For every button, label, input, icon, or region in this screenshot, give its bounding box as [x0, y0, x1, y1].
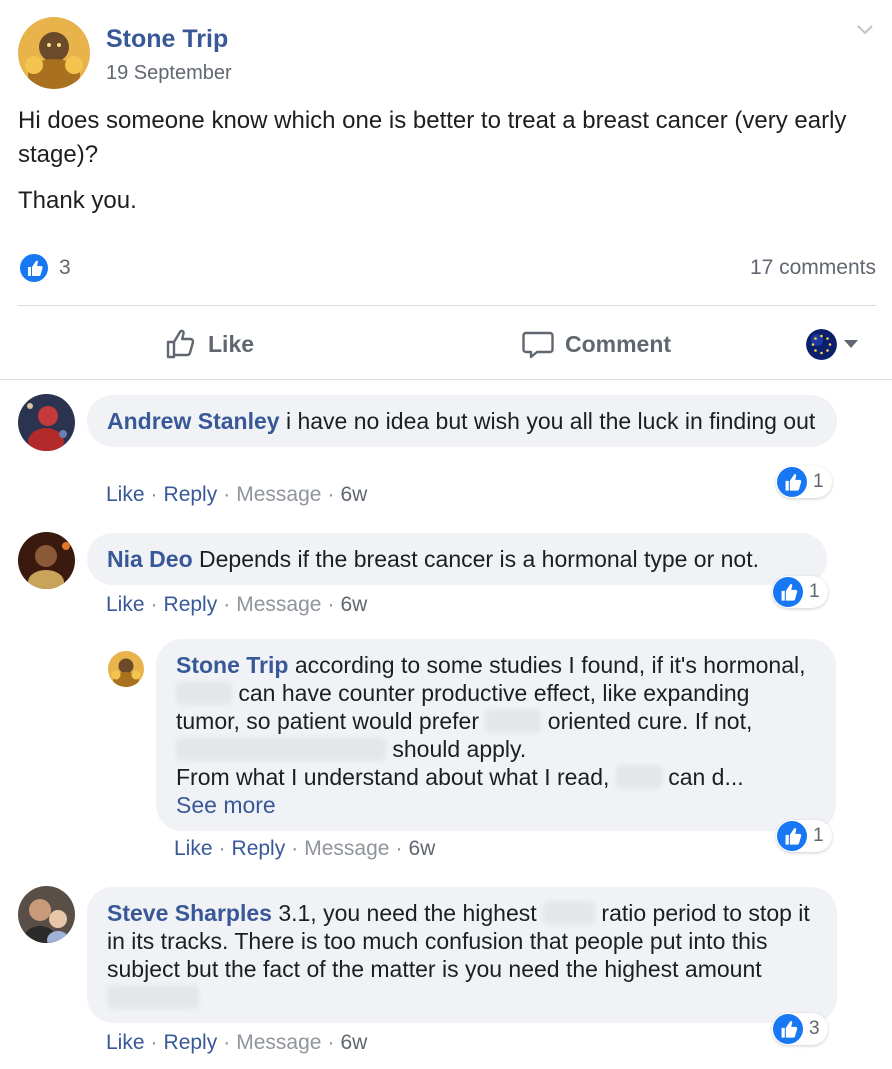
comment-author-name[interactable]: Stone Trip [176, 652, 288, 678]
separator: · [223, 483, 231, 506]
globe-icon [806, 328, 837, 360]
comment-like-link[interactable]: Like [106, 483, 145, 506]
separator: · [327, 483, 335, 506]
post-text-thanks: Thank you. [18, 187, 137, 214]
like-reaction-icon [773, 577, 803, 607]
comment-text: i have no idea but wish you all the luck… [285, 408, 816, 434]
comment-author-name[interactable]: Nia Deo [107, 546, 193, 572]
redacted-text [107, 985, 199, 1009]
commenter-avatar[interactable] [18, 886, 75, 943]
caret-down-icon [844, 340, 858, 348]
comment-age[interactable]: 6w [408, 837, 435, 860]
comment-message-link[interactable]: Message [236, 1031, 321, 1054]
comment-text: can d... [668, 764, 744, 790]
thumbs-up-icon [164, 327, 198, 361]
like-reaction-icon [777, 821, 807, 851]
comment-icon [521, 327, 555, 361]
comment-like-link[interactable]: Like [106, 1031, 145, 1054]
divider [0, 379, 892, 380]
like-button-label: Like [208, 330, 255, 357]
separator: · [150, 593, 158, 616]
commenter-avatar[interactable] [18, 394, 75, 451]
separator: · [223, 593, 231, 616]
divider [18, 305, 876, 306]
author-avatar[interactable] [18, 17, 90, 89]
comment-reply-link[interactable]: Reply [164, 1031, 218, 1054]
post-text-question: Hi does someone know which one is better… [18, 107, 847, 168]
comment-text: Depends if the breast cancer is a hormon… [199, 546, 760, 572]
reaction-summary: 3 17 comments [18, 252, 876, 286]
like-reaction-icon[interactable] [18, 252, 50, 284]
comment-like-count: 3 [809, 1018, 820, 1039]
comment-button-label: Comment [565, 330, 672, 357]
comment-like-link[interactable]: Like [174, 837, 213, 860]
comment-age[interactable]: 6w [340, 483, 367, 506]
comment-reaction-count[interactable]: 3 [772, 1013, 828, 1045]
redacted-text [176, 737, 386, 761]
comment-bubble: Nia Deo Depends if the breast cancer is … [87, 533, 827, 585]
comment-bubble: Andrew Stanley i have no idea but wish y… [87, 395, 837, 447]
like-button[interactable]: Like [164, 324, 254, 364]
comment-reaction-count[interactable]: 1 [776, 466, 832, 498]
separator: · [327, 593, 335, 616]
comment-text: 3.1, you need the highest [278, 900, 537, 926]
comment-reaction-count[interactable]: 1 [772, 576, 828, 608]
post-text: Hi does someone know which one is better… [18, 104, 878, 230]
comment-like-count: 1 [813, 825, 824, 846]
like-reaction-icon [777, 467, 807, 497]
comment-age[interactable]: 6w [340, 593, 367, 616]
separator: · [150, 483, 158, 506]
separator: · [327, 1031, 335, 1054]
comment-like-count: 1 [813, 471, 824, 492]
comment-reaction-count[interactable]: 1 [776, 820, 832, 852]
comment-message-link[interactable]: Message [304, 837, 389, 860]
comment-actions: Like · Reply · Message · 6w [106, 1031, 367, 1055]
comment-text: oriented cure. If not, [547, 708, 753, 734]
redacted-text [176, 681, 232, 705]
separator: · [150, 1031, 158, 1054]
separator: · [395, 837, 403, 860]
comment-reply-link[interactable]: Reply [232, 837, 286, 860]
like-reaction-icon [773, 1014, 803, 1044]
post-header: Stone Trip 19 September [18, 17, 878, 92]
audience-selector[interactable] [806, 328, 866, 360]
reply-author-avatar[interactable] [108, 651, 144, 687]
separator: · [223, 1031, 231, 1054]
comment-actions: Like · Reply · Message · 6w [174, 837, 435, 861]
post-author-name[interactable]: Stone Trip [106, 25, 228, 54]
separator: · [291, 837, 299, 860]
see-more-link[interactable]: See more [176, 792, 276, 818]
redacted-text [485, 709, 542, 733]
redacted-text [543, 901, 596, 925]
comment-text: should apply. [392, 736, 527, 762]
comment-text: From what I understand about what I read… [176, 764, 610, 790]
comment-actions: Like · Reply · Message · 6w [106, 483, 367, 507]
chevron-down-icon[interactable] [856, 23, 874, 37]
reply-bubble: Stone Trip according to some studies I f… [156, 639, 836, 831]
comment-message-link[interactable]: Message [236, 593, 321, 616]
comment-author-name[interactable]: Steve Sharples [107, 900, 272, 926]
comment-like-count: 1 [809, 581, 820, 602]
comments-count[interactable]: 17 comments [750, 256, 876, 280]
comment-author-name[interactable]: Andrew Stanley [107, 408, 280, 434]
like-count[interactable]: 3 [59, 256, 71, 280]
comment-button[interactable]: Comment [521, 324, 671, 364]
comment-reply-link[interactable]: Reply [164, 483, 218, 506]
comment-reply-link[interactable]: Reply [164, 593, 218, 616]
comment-actions: Like · Reply · Message · 6w [106, 593, 367, 617]
commenter-avatar[interactable] [18, 532, 75, 589]
comment-text: according to some studies I found, if it… [294, 652, 806, 678]
post-date[interactable]: 19 September [106, 62, 232, 85]
comment-bubble: Steve Sharples 3.1, you need the highest… [87, 887, 837, 1023]
separator: · [218, 837, 226, 860]
comment-message-link[interactable]: Message [236, 483, 321, 506]
redacted-text [615, 765, 662, 789]
comment-age[interactable]: 6w [340, 1031, 367, 1054]
comment-like-link[interactable]: Like [106, 593, 145, 616]
